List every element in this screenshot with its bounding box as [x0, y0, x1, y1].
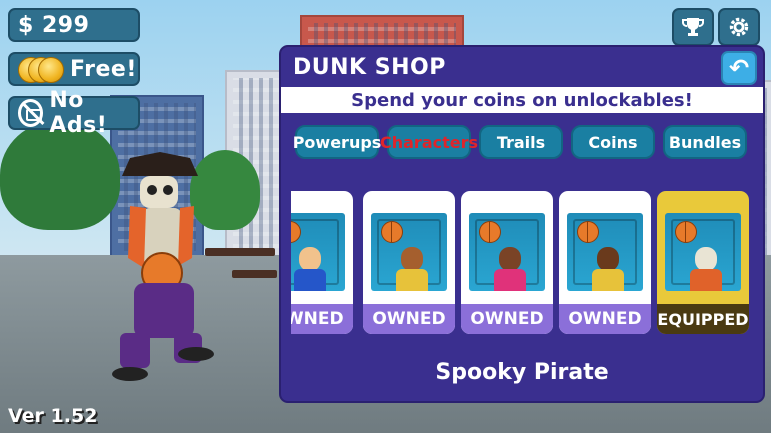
free-coins-button[interactable]: Free!: [8, 52, 140, 86]
character-card[interactable]: OWNED: [559, 191, 651, 334]
basketball-icon: [577, 221, 599, 243]
free-coins-label: Free!: [70, 56, 137, 82]
tab-trails[interactable]: Trails: [479, 125, 563, 159]
tab-label: Powerups: [292, 132, 382, 152]
settings-button[interactable]: [718, 8, 760, 46]
tab-powerups[interactable]: Powerups: [292, 125, 382, 159]
character-portrait: [371, 213, 447, 291]
trophy-button[interactable]: [672, 8, 714, 46]
character-card-equipped[interactable]: EQUIPPED: [657, 191, 749, 334]
character-jersey: [592, 269, 624, 291]
character-carousel[interactable]: OWNED OWNED OWNED OWNED: [291, 191, 755, 334]
dunk-shop-panel: DUNK SHOP ↶ Spend your coins on unlockab…: [279, 45, 765, 403]
no-ads-icon: [18, 99, 44, 127]
back-button[interactable]: ↶: [721, 51, 757, 85]
character-jersey: [396, 269, 428, 291]
version-label: Ver 1.52: [8, 405, 98, 427]
no-ads-label: No Ads!: [49, 88, 108, 138]
tab-characters[interactable]: Characters: [380, 125, 478, 159]
gear-icon: [729, 17, 749, 37]
coins-icon: [18, 55, 64, 83]
character-head: [499, 247, 521, 271]
tab-coins[interactable]: Coins: [571, 125, 655, 159]
character-head: [299, 247, 321, 271]
character-portrait: [567, 213, 643, 291]
card-status: OWNED: [461, 304, 553, 334]
tab-label: Bundles: [668, 132, 742, 152]
character-card[interactable]: OWNED: [461, 191, 553, 334]
basketball-icon: [381, 221, 403, 243]
selected-character-name: Spooky Pirate: [435, 360, 609, 385]
bench: [232, 270, 277, 278]
character-head: [695, 247, 717, 271]
basketball-icon: [291, 221, 301, 243]
character-jersey: [294, 269, 326, 291]
coin-balance: $ 299: [8, 8, 140, 42]
character-card[interactable]: OWNED: [291, 191, 353, 334]
character-jersey: [690, 269, 722, 291]
tab-label: Coins: [588, 132, 638, 152]
shop-subtitle: Spend your coins on unlockables!: [281, 87, 763, 113]
character-portrait: [469, 213, 545, 291]
card-status: EQUIPPED: [657, 304, 749, 334]
basketball-icon: [479, 221, 501, 243]
character-head: [597, 247, 619, 271]
trophy-icon: [682, 18, 704, 36]
back-arrow-icon: ↶: [728, 54, 750, 82]
basketball-icon: [675, 221, 697, 243]
character-portrait: [665, 213, 741, 291]
character-head: [401, 247, 423, 271]
character-portrait: [291, 213, 345, 291]
character-jersey: [494, 269, 526, 291]
character-card[interactable]: OWNED: [363, 191, 455, 334]
no-ads-button[interactable]: No Ads!: [8, 88, 140, 138]
tab-label: Trails: [496, 132, 546, 152]
tab-bundles[interactable]: Bundles: [663, 125, 747, 159]
card-status: OWNED: [291, 304, 353, 334]
shop-title: DUNK SHOP: [293, 55, 446, 80]
pirate-character: [112, 152, 214, 381]
card-status: OWNED: [363, 304, 455, 334]
coin-balance-label: $ 299: [18, 12, 90, 38]
card-status: OWNED: [559, 304, 651, 334]
tab-label: Characters: [380, 132, 479, 152]
